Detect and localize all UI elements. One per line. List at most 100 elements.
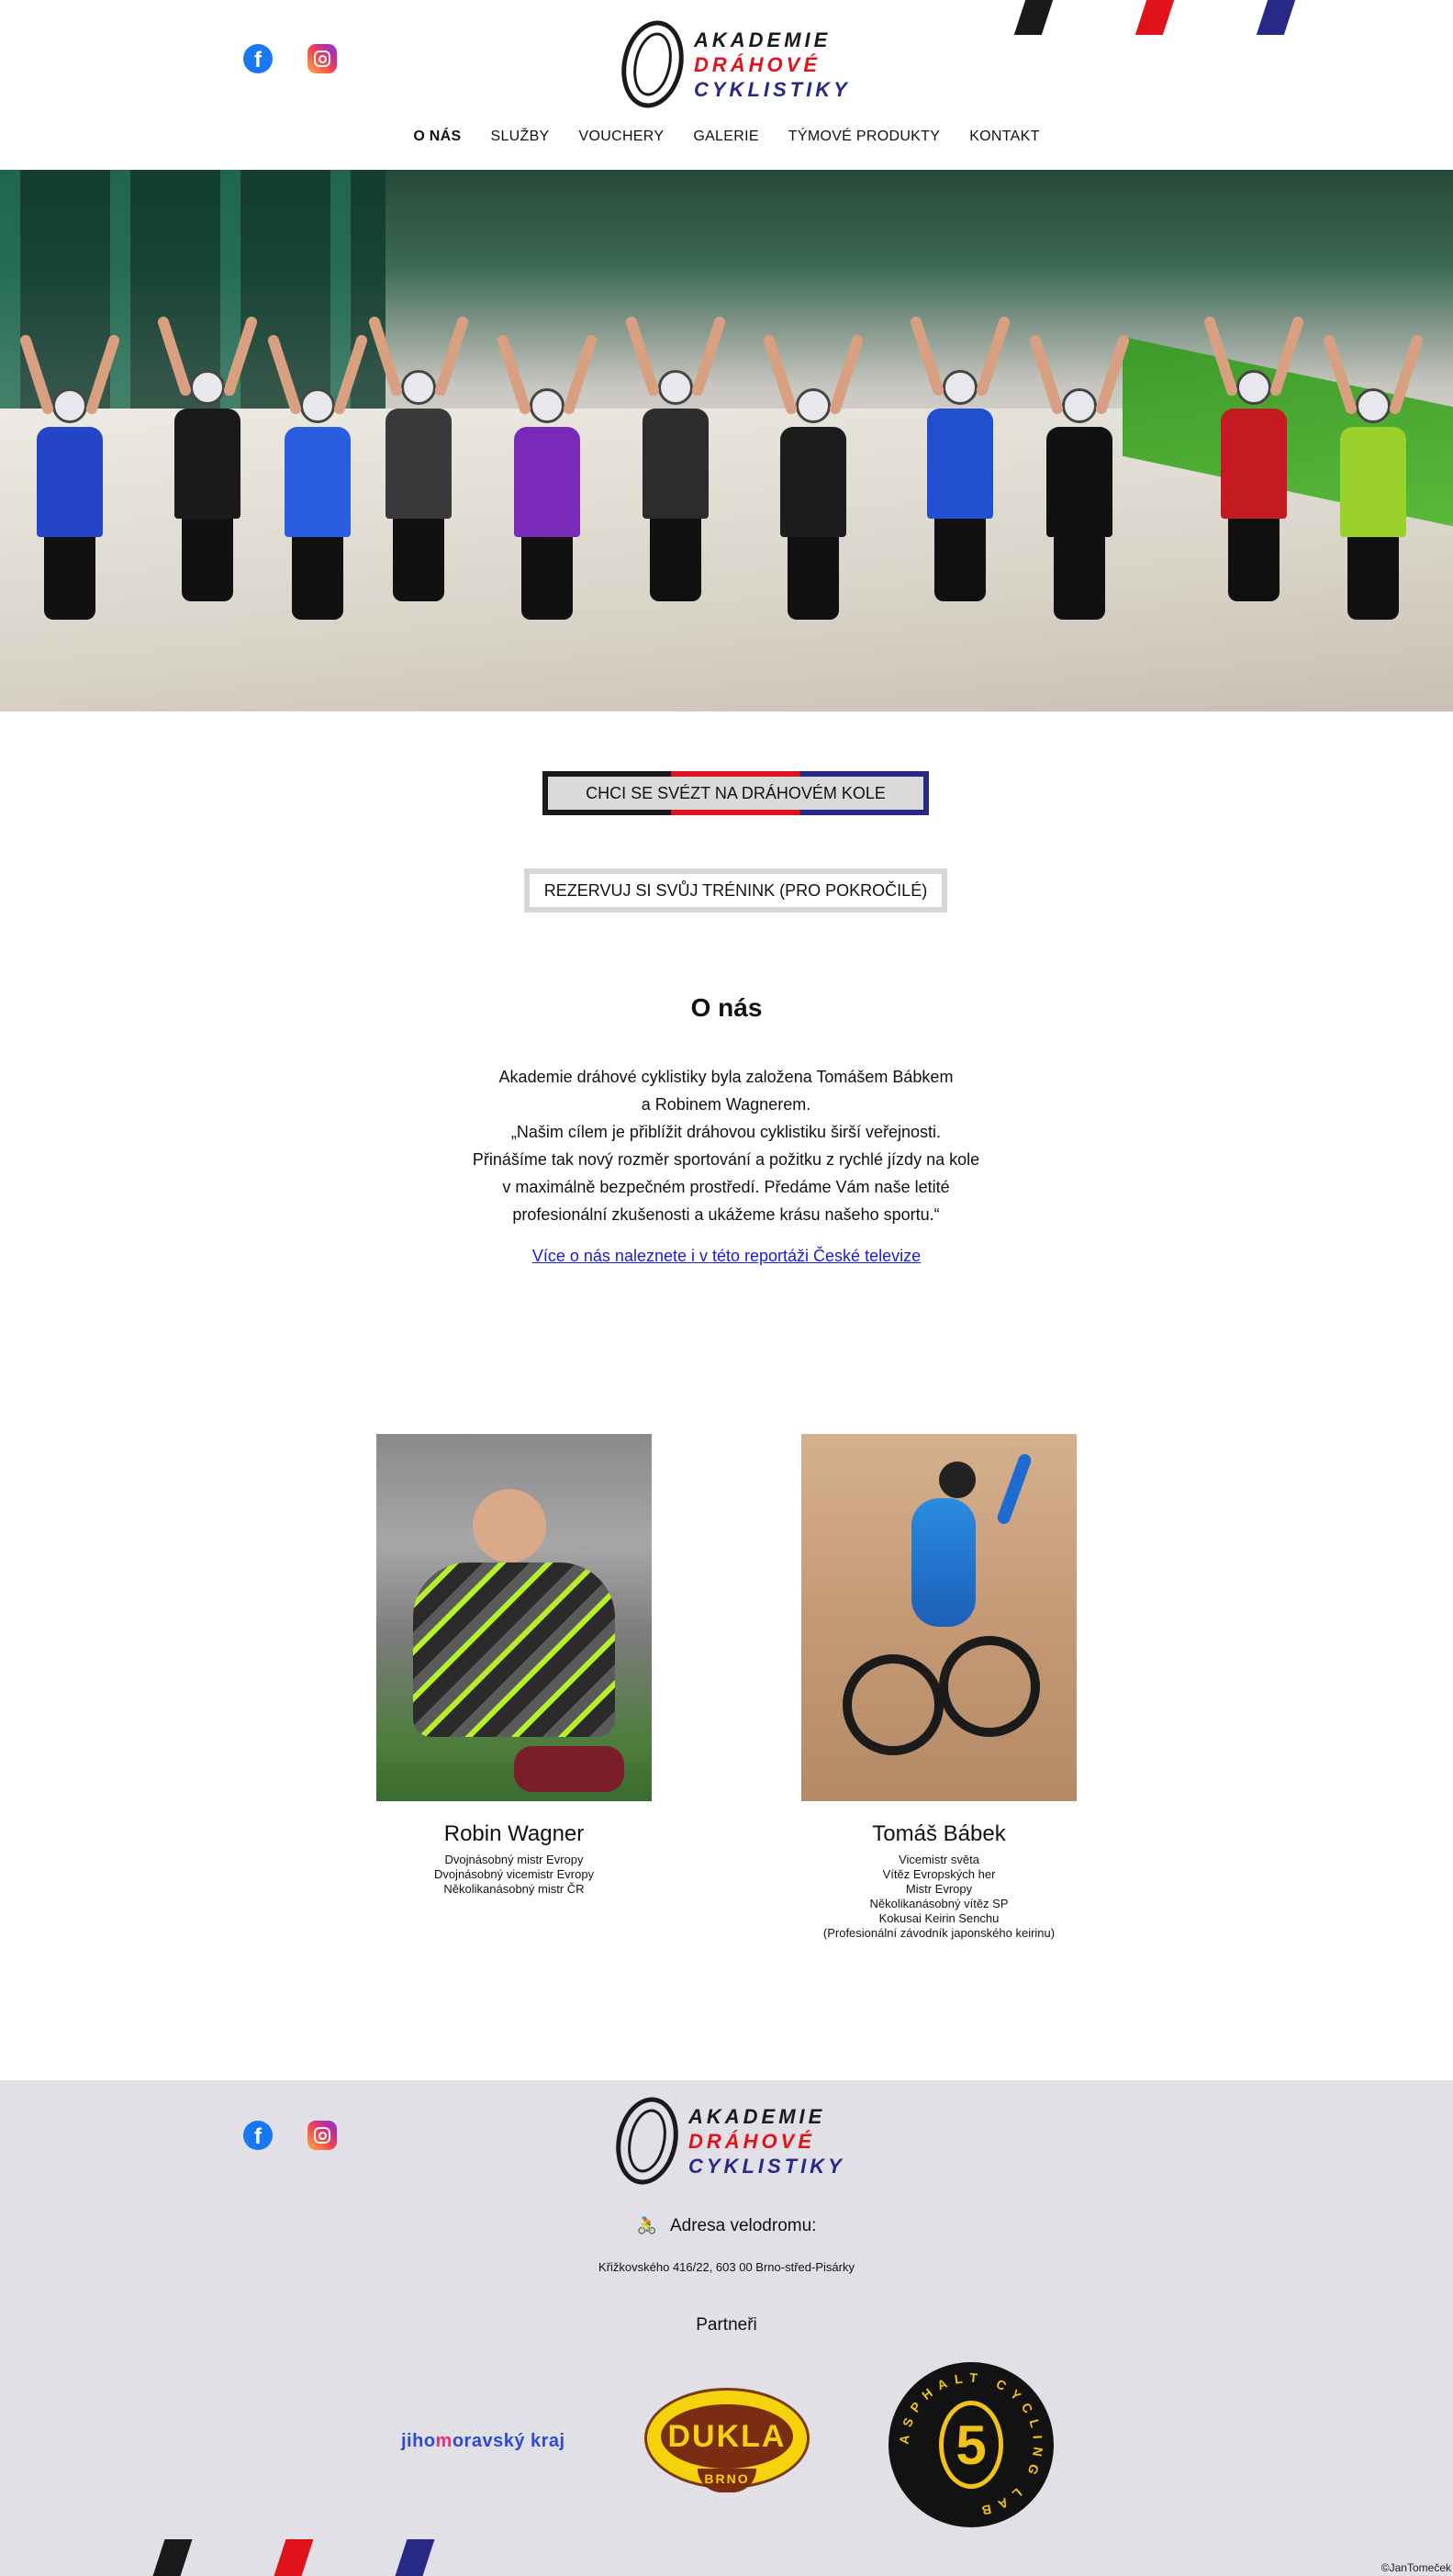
partners-title: Partneři xyxy=(696,2315,757,2335)
tomas-wheel-rear xyxy=(843,1654,944,1755)
instagram-icon[interactable] xyxy=(307,2121,337,2150)
ct-report-link[interactable]: Více o nás naleznete i v této reportáži … xyxy=(532,1247,921,1265)
rider-jersey xyxy=(386,409,452,519)
hero-rider xyxy=(266,333,369,620)
rider-arm xyxy=(909,315,945,398)
footer: f AKADEMIE DRÁHOVÉ CYKLISTIKY 🚴 Adresa ve… xyxy=(0,2080,1453,2576)
hero-rider xyxy=(18,333,121,620)
nav-vouchery[interactable]: VOUCHERY xyxy=(564,129,679,145)
partner-dukla-brno[interactable]: DUKLA BRNO xyxy=(644,2388,810,2498)
person-titles: Vicemistr světa Vítěz Evropských her Mis… xyxy=(801,1853,1077,1941)
person-title: Dvojnásobný vicemistr Evropy xyxy=(433,1867,595,1881)
person-title: Vicemistr světa xyxy=(899,1853,979,1866)
tomas-arm xyxy=(995,1452,1034,1526)
person-title: Vítěz Evropských her xyxy=(882,1867,996,1881)
about-link-row: Více o nás naleznete i v této reportáži … xyxy=(0,1247,1453,1266)
rider-arm xyxy=(562,333,598,416)
ride-track-bike-button[interactable]: CHCI SE SVÉZT NA DRÁHOVÉM KOLE xyxy=(542,771,929,815)
header: f AKADEMIE DRÁHOVÉ CYKLISTIKY O NÁS SLUŽ… xyxy=(0,0,1453,170)
logo-line-3: CYKLISTIKY xyxy=(694,77,851,101)
person-title: Několikanásobný mistr ČR xyxy=(443,1882,585,1896)
hero-rider xyxy=(1322,333,1425,620)
rider-arm xyxy=(762,333,799,416)
nav-o-nas[interactable]: O NÁS xyxy=(398,129,475,145)
hero-rider xyxy=(624,315,727,601)
facebook-icon[interactable]: f xyxy=(243,2121,273,2150)
rider-jersey xyxy=(174,409,240,519)
rider-jersey xyxy=(514,427,580,537)
nav-tymove-produkty[interactable]: TÝMOVÉ PRODUKTY xyxy=(774,129,955,145)
stripe-blue xyxy=(1256,0,1296,35)
logo-text: AKADEMIE DRÁHOVÉ CYKLISTIKY xyxy=(688,2104,845,2178)
rider-helmet xyxy=(943,370,978,405)
social-links: f xyxy=(243,44,337,73)
robin-jersey xyxy=(413,1562,615,1737)
logo-ring-icon xyxy=(613,15,692,114)
rider-arm xyxy=(1028,333,1065,416)
rider-jersey xyxy=(927,409,993,519)
person-title: Dvojnásobný mistr Evropy xyxy=(444,1853,584,1866)
rider-arm xyxy=(690,315,727,398)
robin-head xyxy=(473,1489,546,1562)
rider-legs xyxy=(182,519,233,601)
rider-legs xyxy=(934,519,986,601)
footer-logo[interactable]: AKADEMIE DRÁHOVÉ CYKLISTIKY xyxy=(608,2091,845,2190)
hero-rider xyxy=(1202,315,1305,601)
rider-helmet xyxy=(1062,388,1097,423)
rider-arm xyxy=(624,315,661,398)
about-line: v maximálně bezpečném prostředí. Předáme… xyxy=(502,1178,950,1196)
reserve-training-button[interactable]: REZERVUJ SI SVŮJ TRÉNINK (PRO POKROČILÉ) xyxy=(524,868,947,913)
about-text: Akademie dráhové cyklistiky byla založen… xyxy=(405,1063,1047,1228)
nav-kontakt[interactable]: KONTAKT xyxy=(955,129,1054,145)
about-line: Přinášíme tak nový rozměr sportování a p… xyxy=(472,1150,980,1169)
rider-legs xyxy=(393,519,444,601)
logo[interactable]: AKADEMIE DRÁHOVÉ CYKLISTIKY xyxy=(613,15,851,114)
cyclist-icon: 🚴 xyxy=(636,2216,657,2234)
hero-rider xyxy=(156,315,259,601)
logo-line-1: AKADEMIE xyxy=(688,2104,826,2128)
stripe-black xyxy=(152,2539,193,2576)
address: Křižkovského 416/22, 603 00 Brno-střed-P… xyxy=(598,2260,855,2274)
ride-button-label: CHCI SE SVÉZT NA DRÁHOVÉM KOLE xyxy=(548,777,923,810)
rider-helmet xyxy=(796,388,831,423)
facebook-glyph: f xyxy=(254,2124,262,2149)
rider-jersey xyxy=(780,427,846,537)
rider-helmet xyxy=(1356,388,1391,423)
rider-arm xyxy=(975,315,1012,398)
partner-jihomoravsky-kraj[interactable]: jihomoravský kraj xyxy=(401,2431,565,2452)
tricolor-stripes-top xyxy=(1011,0,1304,35)
dukla-name: DUKLA xyxy=(661,2404,793,2469)
person-name: Tomáš Bábek xyxy=(872,1821,1006,1846)
partner-asphalt-cycling-lab[interactable]: ASPHALT CYCLING LAB 5 xyxy=(889,2362,1054,2527)
footer-social-links: f xyxy=(243,2121,337,2150)
hero-rider xyxy=(909,315,1012,601)
instagram-icon[interactable] xyxy=(307,44,337,73)
rider-helmet xyxy=(52,388,87,423)
about-line: profesionální zkušenosti a ukážeme krásu… xyxy=(512,1205,940,1224)
asphalt-five: 5 xyxy=(939,2401,1003,2489)
stripe-red xyxy=(1134,0,1175,35)
tricolor-stripes-bottom xyxy=(152,2539,448,2576)
nav-galerie[interactable]: GALERIE xyxy=(678,129,773,145)
logo-line-2: DRÁHOVÉ xyxy=(694,52,822,76)
tomas-suit xyxy=(911,1498,976,1627)
logo-ring-icon xyxy=(608,2091,687,2190)
stripe-red xyxy=(274,2539,314,2576)
dukla-sub: BRNO xyxy=(698,2469,756,2492)
rider-jersey xyxy=(37,427,103,537)
rider-legs xyxy=(1054,537,1105,620)
main-nav: O NÁS SLUŽBY VOUCHERY GALERIE TÝMOVÉ PRO… xyxy=(0,129,1453,145)
jmk-m: m xyxy=(435,2431,453,2451)
person-titles: Dvojnásobný mistr Evropy Dvojnásobný vic… xyxy=(376,1853,652,1897)
tomas-wheel-front xyxy=(939,1636,1040,1737)
hero-rider xyxy=(762,333,865,620)
facebook-icon[interactable]: f xyxy=(243,44,273,73)
rider-helmet xyxy=(1236,370,1271,405)
logo-line-3: CYKLISTIKY xyxy=(688,2154,845,2178)
hero-rider xyxy=(367,315,470,601)
nav-sluzby[interactable]: SLUŽBY xyxy=(475,129,564,145)
logo-line-2: DRÁHOVÉ xyxy=(688,2129,816,2153)
logo-line-1: AKADEMIE xyxy=(694,28,832,51)
address-label-row: 🚴 Adresa velodromu: xyxy=(0,2216,1453,2236)
stripe-blue xyxy=(395,2539,435,2576)
